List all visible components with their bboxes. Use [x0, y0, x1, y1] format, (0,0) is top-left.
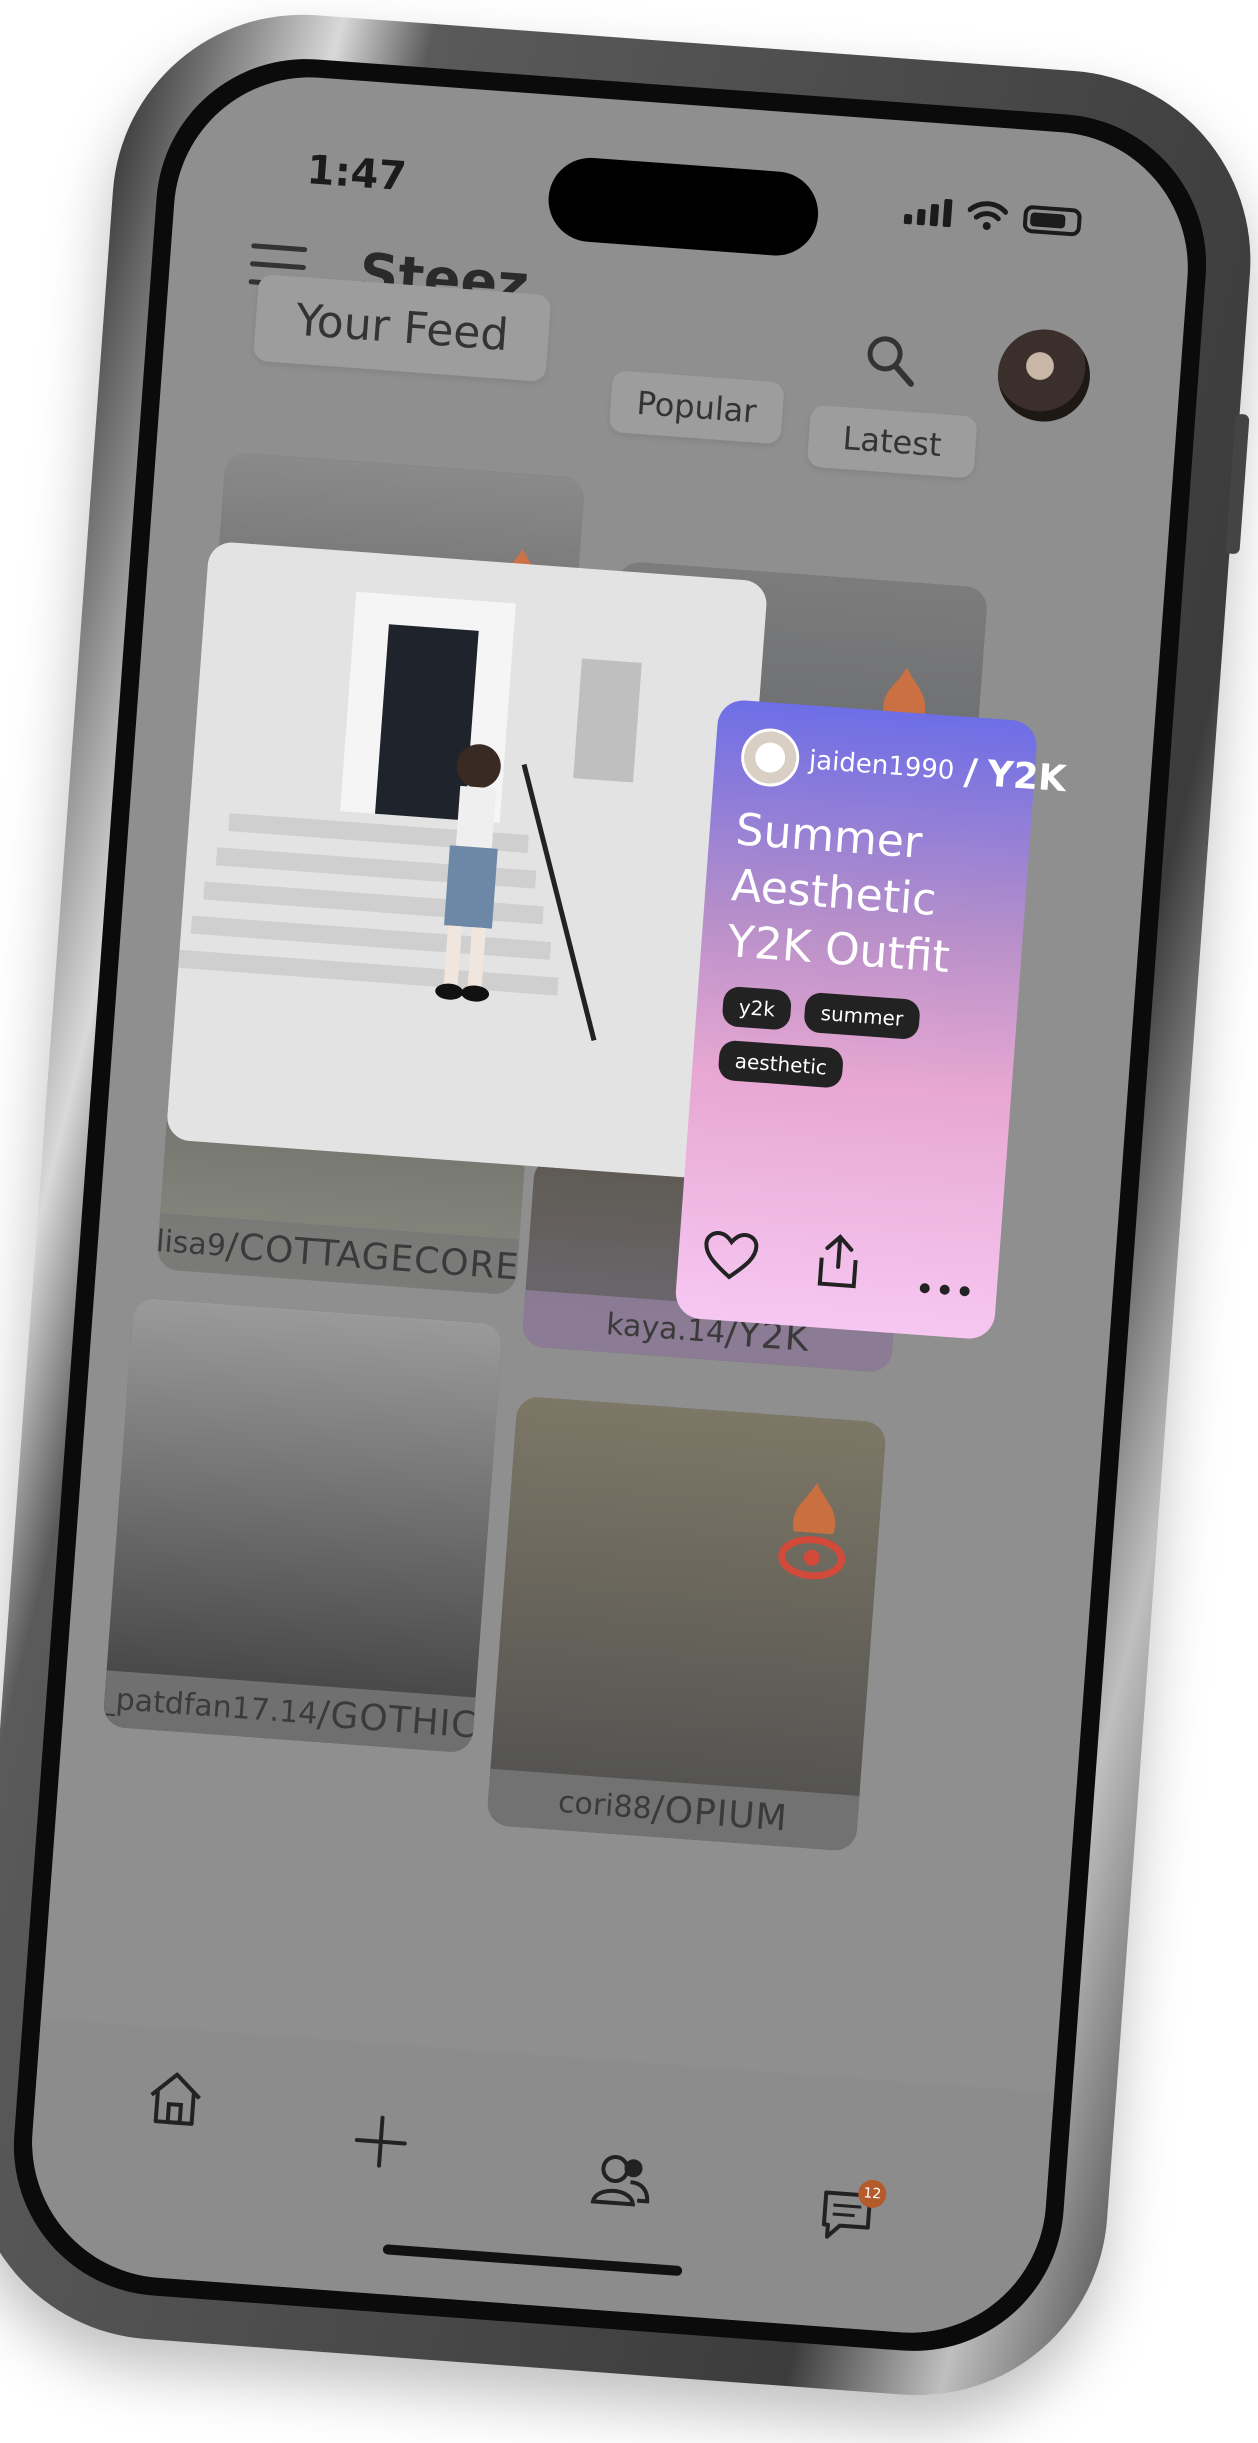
featured-post-panel: jaiden1990/Y2K Summer Aesthetic Y2K Outf…	[673, 698, 1068, 1341]
share-icon[interactable]	[812, 1231, 866, 1291]
tag-chip[interactable]: aesthetic	[717, 1039, 845, 1089]
post-card[interactable]: cori88/OPIUM	[486, 1395, 887, 1852]
dynamic-island	[545, 154, 822, 259]
featured-post-image	[165, 540, 769, 1181]
author-avatar[interactable]	[739, 726, 802, 789]
profile-avatar[interactable]	[994, 326, 1094, 425]
tab-latest[interactable]: Latest	[806, 404, 978, 479]
featured-post[interactable]: jaiden1990/Y2K Summer Aesthetic Y2K Outf…	[165, 540, 1068, 1341]
featured-post-title: Summer Aesthetic Y2K Outfit	[725, 804, 952, 984]
phone-mockup: 1:47 Steez Your Feed Popular Latest lisa…	[0, 1, 1258, 2409]
bottom-navigation: 12	[22, 2018, 1055, 2343]
featured-photo-illustration	[165, 540, 769, 1181]
messages-nav[interactable]: 12	[817, 2178, 888, 2246]
post-style: OPIUM	[663, 1789, 789, 1840]
featured-post-author[interactable]: jaiden1990/Y2K	[739, 726, 1068, 803]
heart-icon[interactable]	[701, 1229, 761, 1283]
tab-popular[interactable]: Popular	[608, 369, 785, 445]
app-display: 1:47 Steez Your Feed Popular Latest lisa…	[22, 67, 1198, 2343]
post-style: COTTAGECORE	[237, 1226, 521, 1288]
post-user: lisa9	[156, 1223, 228, 1264]
tag-chips: y2k summer aesthetic	[717, 985, 991, 1099]
friends-icon[interactable]	[589, 2149, 655, 2209]
tag-chip[interactable]: summer	[803, 991, 921, 1041]
wifi-icon	[967, 201, 1009, 230]
add-post-icon[interactable]	[351, 2112, 411, 2172]
home-icon[interactable]	[143, 2066, 207, 2130]
post-style: GOTHIC	[328, 1694, 479, 1747]
author-username: jaiden1990	[807, 745, 956, 787]
flame-eye-icon	[778, 1482, 846, 1580]
more-options-icon[interactable]	[916, 1281, 973, 1299]
tag-chip[interactable]: y2k	[721, 985, 793, 1031]
post-user: _patdfan17.14	[102, 1680, 319, 1732]
status-time: 1:47	[305, 147, 408, 201]
post-actions	[701, 1223, 976, 1299]
post-card[interactable]: _patdfan17.14/GOTHIC	[102, 1297, 503, 1754]
battery-icon	[1022, 204, 1083, 237]
search-icon[interactable]	[859, 328, 923, 392]
cellular-signal-icon	[903, 196, 953, 228]
post-user: cori88	[556, 1784, 653, 1827]
status-icons	[903, 195, 1083, 238]
author-style: Y2K	[985, 753, 1068, 800]
phone-screen: 1:47 Steez Your Feed Popular Latest lisa…	[3, 48, 1217, 2362]
